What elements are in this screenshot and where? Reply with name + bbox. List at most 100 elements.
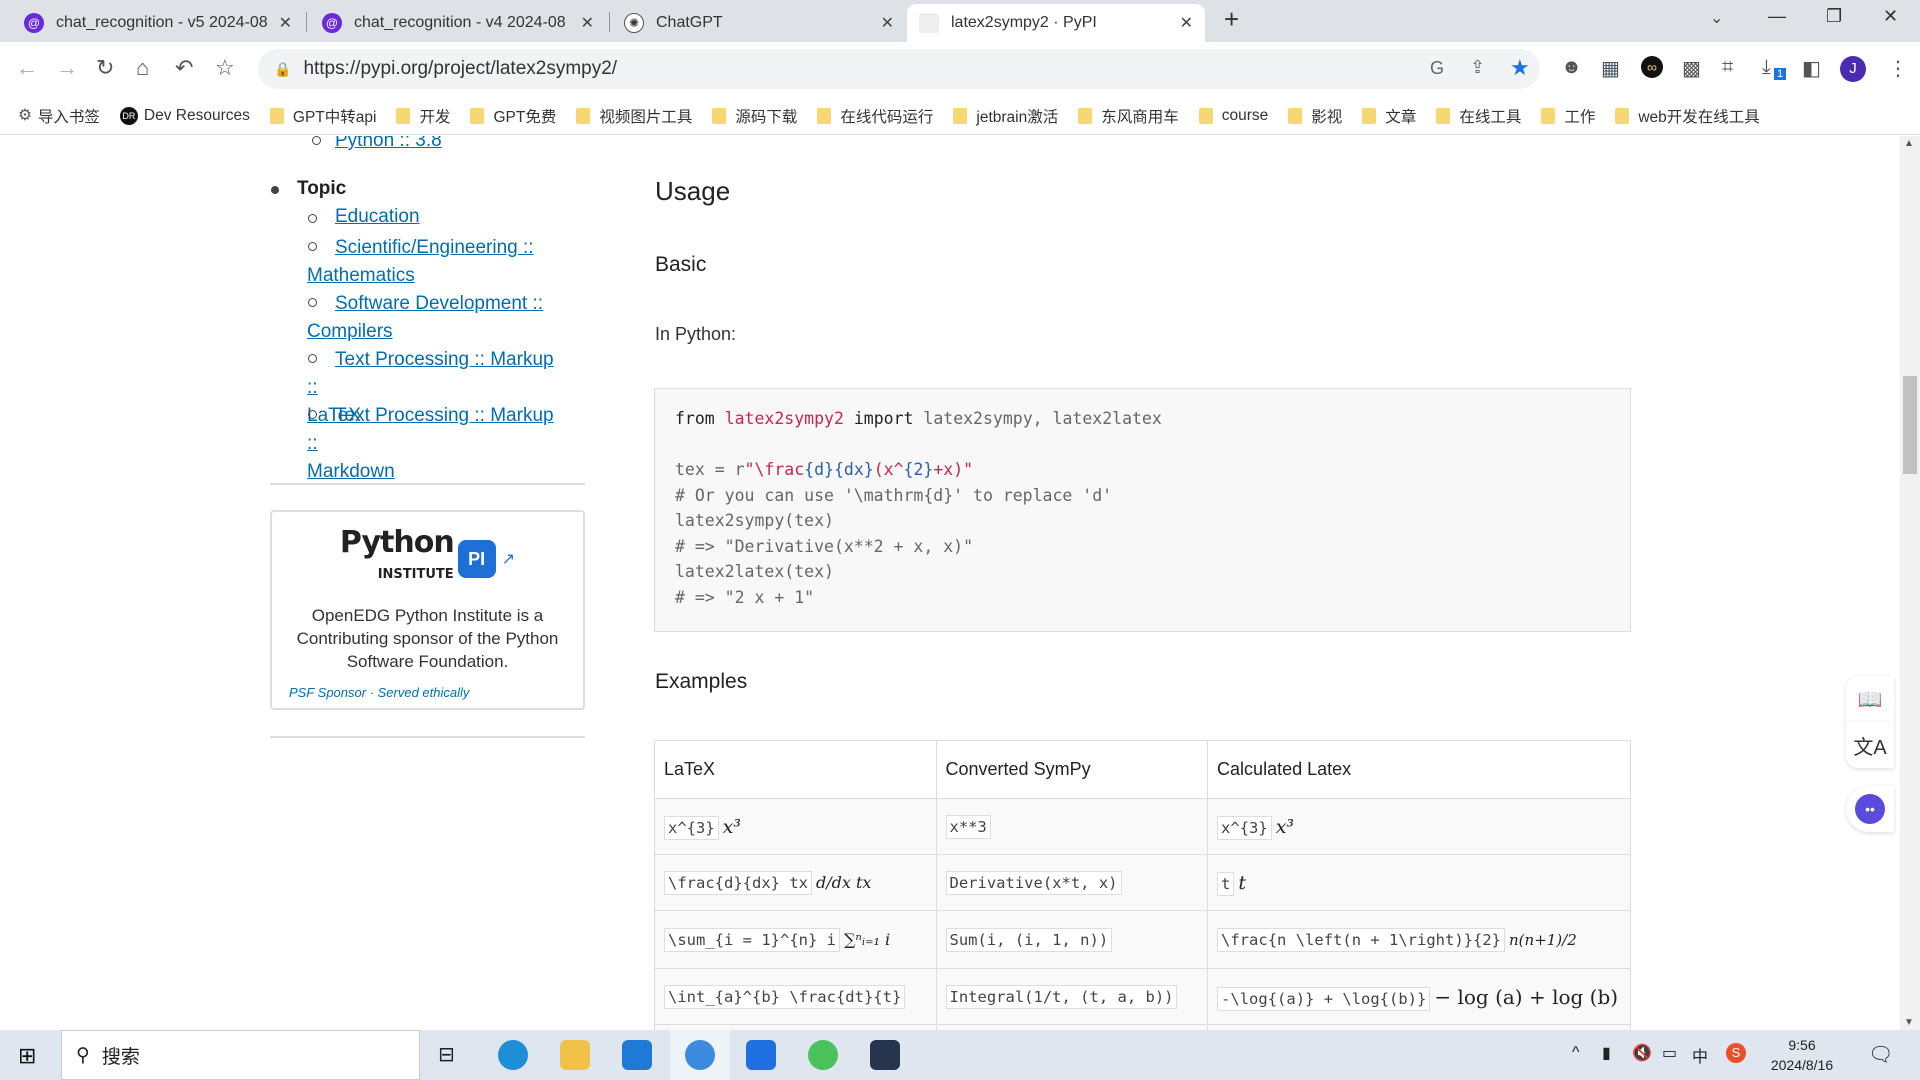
minimize-button[interactable]: — [1768,6,1786,27]
tab-latex2sympy2-pypi[interactable]: latex2sympy2 · PyPI ✕ [907,4,1205,42]
bookmark-folder[interactable]: GPT免费 [470,105,556,127]
back-icon[interactable]: ← [16,55,38,81]
bookmark-label: jetbrain激活 [976,108,1059,126]
cat-app-icon[interactable] [870,1040,900,1070]
folder-icon [712,107,727,124]
bookmark-folder[interactable]: web开发在线工具 [1615,105,1760,127]
bookmark-import[interactable]: ⚙ 导入书签 [18,105,100,127]
chrome-icon[interactable] [685,1040,715,1070]
close-window-button[interactable]: ✕ [1883,6,1898,27]
share-icon[interactable]: ⇪ [1470,57,1485,78]
sogou-icon[interactable]: S [1726,1043,1746,1063]
translate-icon[interactable]: G [1430,58,1444,79]
taskbar-search-input[interactable]: ⚲ 搜索 [61,1030,420,1080]
bookmark-folder[interactable]: course [1198,106,1269,125]
folder-icon [1078,107,1093,124]
reload-icon[interactable]: ↻ [96,55,114,81]
crop-icon[interactable]: ⌗ [1722,56,1733,79]
bookmark-folder[interactable]: jetbrain激活 [953,105,1058,127]
undo-icon[interactable]: ↶ [175,55,193,81]
bookmark-label: 东风商用车 [1101,108,1179,126]
classifier-link-education[interactable]: Education [335,206,420,227]
profile-avatar[interactable]: J [1840,56,1866,82]
classifier-link-text-processing[interactable]: Text Processing :: Markup :: [307,349,554,398]
classifier-link-compilers[interactable]: Compilers [307,321,393,342]
tab-chatgpt[interactable]: ✺ ChatGPT ✕ [612,4,906,42]
download-icon[interactable]: ⤓ 1 [1762,56,1787,80]
file-explorer-icon[interactable] [560,1040,590,1070]
wechat-icon[interactable] [808,1040,838,1070]
address-bar[interactable]: 🔒 https://pypi.org/project/latex2sympy2/… [258,49,1540,89]
forward-icon[interactable]: → [56,55,78,81]
bookmark-label: 视频图片工具 [599,108,693,126]
bookmark-folder[interactable]: 影视 [1288,105,1342,127]
classifier-link-scientific[interactable]: Scientific/Engineering :: [335,237,534,258]
vertical-scrollbar[interactable]: ▲ ▼ [1900,136,1920,1030]
bookmark-label: course [1221,106,1269,124]
reader-mode-button[interactable]: 📖 [1846,676,1894,722]
battery-icon[interactable]: ▮ [1602,1043,1611,1063]
folder-icon [470,107,485,124]
home-icon[interactable]: ⌂ [136,55,149,81]
edge-icon[interactable] [498,1040,528,1070]
bookmark-folder[interactable]: GPT中转api [269,105,376,127]
close-icon[interactable]: ✕ [581,13,594,33]
infinity-extension-icon[interactable]: ∞ [1641,56,1663,78]
bookmark-label: 文章 [1385,108,1417,126]
examples-table: LaTeX Converted SymPy Calculated Latex x… [654,740,1631,1030]
task-view-icon[interactable]: ⊟ [438,1042,455,1067]
menu-kebab-icon[interactable]: ⋮ [1888,56,1908,81]
clock[interactable]: 9:56 2024/8/16 [1764,1035,1840,1075]
close-icon[interactable]: ✕ [881,13,894,33]
classifier-link-software-dev[interactable]: Software Development :: [335,293,543,314]
tray-chevron-icon[interactable]: ^ [1572,1044,1580,1062]
ime-icon[interactable]: 中 [1692,1043,1708,1067]
mail-app-icon[interactable] [746,1040,776,1070]
classifier-link-text-processing[interactable]: Text Processing :: Markup :: [307,405,554,454]
classifier-link-python-3-8[interactable]: Python :: 3.8 [335,136,442,151]
bookmark-folder[interactable]: 在线代码运行 [817,105,933,127]
windows-taskbar: ⊞ ⚲ 搜索 ⊟ ^ ▮ 🔇 ▭ 中 S 9:56 2024/8/16 🗨 [0,1030,1920,1080]
bookmark-dev-resources[interactable]: DR Dev Resources [119,106,250,125]
network-icon[interactable]: ▭ [1662,1043,1677,1063]
translate-button[interactable]: 文A [1846,722,1894,768]
bookmark-folder[interactable]: 工作 [1541,105,1595,127]
bookmark-label: 影视 [1311,108,1343,126]
bookmark-folder[interactable]: 开发 [396,105,450,127]
python-institute-logo[interactable]: Python INSTITUTE PI ↗ [272,528,583,588]
grid-extension-icon[interactable]: ▩ [1682,56,1701,81]
bookmarks-bar: ⚙ 导入书签 DR Dev Resources GPT中转api 开发 GPT免费 … [0,97,1920,135]
tab-search-chevron-icon[interactable]: ⌄ [1710,8,1723,28]
vscode-icon[interactable] [622,1040,652,1070]
bookmarked-star-icon[interactable]: ★ [1510,55,1530,81]
tab-chat-recognition-v5[interactable]: @ chat_recognition - v5 2024-08 ✕ [12,4,304,42]
side-panel-icon[interactable]: ◧ [1802,56,1821,81]
restore-button[interactable]: ❐ [1826,6,1842,27]
sponsor-footer-link[interactable]: PSF Sponsor · Served ethically [289,685,469,700]
bookmark-folder[interactable]: 文章 [1362,105,1416,127]
close-icon[interactable]: ✕ [1180,13,1193,33]
bookmark-star-icon[interactable]: ☆ [215,55,235,81]
bookmark-folder[interactable]: 在线工具 [1436,105,1521,127]
new-tab-button[interactable]: + [1224,4,1239,35]
bookmark-label: 在线工具 [1459,108,1522,126]
monkey-extension-icon[interactable]: ☻ [1561,56,1582,79]
scrollbar-thumb[interactable] [1903,376,1917,474]
classifier-link-mathematics[interactable]: Mathematics [307,265,415,286]
notification-icon[interactable]: 🗨 [1868,1042,1893,1067]
extension-blocks-icon[interactable]: ▦ [1601,56,1620,81]
bookmark-folder[interactable]: 视频图片工具 [576,105,692,127]
basic-heading: Basic [655,253,707,276]
close-icon[interactable]: ✕ [279,13,292,33]
windows-start-icon[interactable]: ⊞ [18,1043,36,1069]
volume-muted-icon[interactable]: 🔇 [1632,1043,1652,1063]
bookmark-folder[interactable]: 东风商用车 [1078,105,1179,127]
gear-icon: ⚙ [18,107,32,124]
bookmark-folder[interactable]: 源码下载 [712,105,797,127]
tab-chat-recognition-v4[interactable]: @ chat_recognition - v4 2024-08 ✕ [310,4,606,42]
assistant-button[interactable]: •• [1846,786,1894,832]
latex-code: \frac{d}{dx} tx [664,871,812,895]
sponsor-card[interactable]: Python INSTITUTE PI ↗ OpenEDG Python Inst… [270,510,585,710]
classifier-link-markdown[interactable]: Markdown [307,461,395,482]
sympy-code: Sum(i, (i, 1, n)) [945,928,1113,952]
